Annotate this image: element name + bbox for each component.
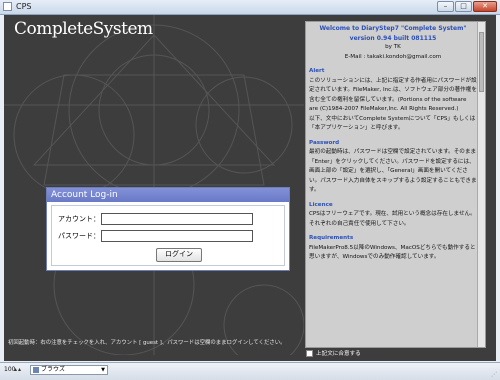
info-scrollbar[interactable] [477, 22, 485, 347]
mode-selector[interactable]: ブラウズ ▼ [30, 365, 108, 375]
maximize-button[interactable]: □ [455, 1, 472, 12]
background-decoration [4, 15, 304, 355]
author-text: by TK [385, 44, 401, 50]
welcome-title: Welcome to DiaryStep7 "Complete System" [319, 25, 467, 32]
alert-heading: Alert [309, 68, 325, 74]
window-title: CPS [16, 2, 32, 11]
login-dialog-title: Account Log-in [47, 188, 289, 202]
close-button[interactable]: ✕ [473, 1, 497, 12]
account-input[interactable] [101, 213, 253, 225]
mode-label: ブラウズ [41, 366, 66, 373]
resize-grip-icon[interactable]: ⋰ [491, 371, 497, 378]
alert-text: このソリューションには、上記に指定する作者用にパスワードが設定されています。Fi… [309, 77, 477, 113]
account-label: アカウント： [58, 215, 100, 223]
password-label: パスワード： [58, 232, 100, 240]
login-button[interactable]: ログイン [156, 248, 202, 262]
scroll-thumb[interactable] [479, 32, 484, 92]
agree-checkbox[interactable] [306, 349, 313, 357]
account-row: アカウント： [58, 213, 258, 225]
email-text: E-Mail : takaki.kondoh@gmail.com [344, 53, 442, 60]
alert-text-2: 以下、文中においてComplete Systemについて「CPS」もしくは「本ア… [309, 115, 476, 132]
agree-label: 上記文に合意する [316, 351, 361, 357]
licence-heading: Licence [309, 201, 333, 208]
zoom-icons[interactable]: ▴▴ [14, 366, 22, 373]
app-icon [3, 2, 12, 11]
status-bar: 100 ▴▴ ブラウズ ▼ ⋰ [0, 362, 500, 380]
requirements-heading: Requirements [309, 235, 354, 241]
first-launch-hint: 初回起動時：右の注意をチェックを入れ、アカウント [ guest ]、パスワード… [8, 340, 286, 346]
password-heading: Password [309, 139, 340, 146]
info-content: Welcome to DiaryStep7 "Complete System" … [309, 24, 477, 263]
password-row: パスワード： [58, 230, 258, 242]
app-brand: CompleteSystem [14, 19, 153, 39]
login-form: アカウント： パスワード： ログイン [51, 205, 285, 266]
window-controls: – □ ✕ [437, 1, 497, 12]
chevron-down-icon: ▼ [101, 367, 105, 373]
password-input[interactable] [101, 230, 253, 242]
version-text: version 0.94 built 081115 [349, 34, 437, 42]
password-text: 最初の起動時は、パスワードは空欄で設定されています。そのまま「Enter」をクリ… [309, 149, 477, 193]
agree-checkbox-row[interactable]: 上記文に合意する [306, 349, 361, 357]
minimize-button[interactable]: – [437, 1, 454, 12]
browse-mode-icon [33, 367, 39, 373]
login-dialog: Account Log-in アカウント： パスワード： ログイン [46, 187, 290, 271]
main-area: CompleteSystem Account Log-in アカウント： パスワ… [4, 15, 496, 361]
window-titlebar: CPS – □ ✕ [0, 0, 500, 15]
licence-text: CPSはフリーウェアです。現在、試用という概念は存在しません。それぞれの自己責任… [309, 211, 476, 227]
requirements-text: FileMakerPro8.5以降のWindows、MacOSどちらでも動作する… [309, 244, 476, 261]
info-panel: Welcome to DiaryStep7 "Complete System" … [305, 21, 486, 348]
